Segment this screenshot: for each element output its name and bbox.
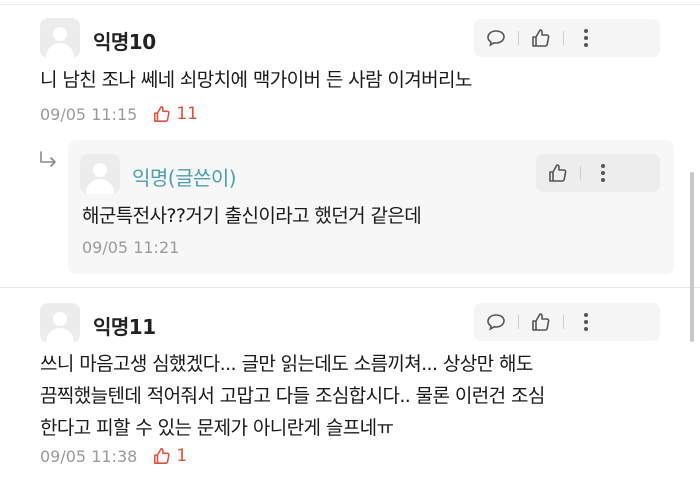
comment-actions xyxy=(474,303,660,341)
reply-button[interactable] xyxy=(474,303,518,341)
speech-bubble-icon xyxy=(487,30,505,47)
comment-meta: 09/05 11:21 xyxy=(82,238,179,257)
comment-text-line: 해군특전사??거기 출신이라고 했던거 같은데 xyxy=(82,205,422,227)
comment-text: 해군특전사??거기 출신이라고 했던거 같은데 xyxy=(82,200,422,232)
scrollbar-thumb[interactable] xyxy=(690,172,694,342)
comment-author: 익명(글쓴이) xyxy=(132,166,237,190)
like-count-value: 11 xyxy=(176,104,198,124)
avatar xyxy=(40,303,80,343)
speech-bubble-icon xyxy=(487,314,505,331)
thumbs-up-icon xyxy=(154,106,170,122)
comment-timestamp: 09/05 11:15 xyxy=(40,104,138,124)
avatar xyxy=(80,154,120,194)
comment-meta: 09/05 11:38 1 xyxy=(40,446,187,466)
thumbs-up-icon xyxy=(532,29,550,47)
comment-text-line: 니 남친 조나 쎄네 쇠망치에 맥가이버 든 사람 이겨버리노 xyxy=(40,69,472,91)
like-count: 1 xyxy=(153,446,187,466)
thumbs-up-icon xyxy=(549,164,567,182)
reply-button[interactable] xyxy=(474,19,518,57)
thumbs-up-icon xyxy=(154,448,170,464)
like-count: 11 xyxy=(153,104,198,124)
like-button[interactable] xyxy=(519,303,563,341)
comment-divider xyxy=(0,287,700,288)
like-button[interactable] xyxy=(519,19,563,57)
comment-actions xyxy=(474,19,660,57)
comment-actions xyxy=(536,154,660,192)
vertical-ellipsis-icon xyxy=(601,164,605,182)
vertical-ellipsis-icon xyxy=(584,313,588,331)
comment-meta: 09/05 11:15 11 xyxy=(40,104,198,124)
comment-text: 쓰니 마음고생 심했겠다... 글만 읽는데도 소름끼쳐... 상상만 해도 끔… xyxy=(40,348,545,444)
reply-arrow-icon xyxy=(40,151,56,167)
more-button[interactable] xyxy=(564,19,608,57)
avatar xyxy=(40,18,80,58)
more-button[interactable] xyxy=(564,303,608,341)
like-button[interactable] xyxy=(536,154,580,192)
comment-timestamp: 09/05 11:38 xyxy=(40,446,138,466)
comment-text-line: 끔찍했늘텐데 적어줘서 고맙고 다들 조심합시다.. 물론 이런건 조심 xyxy=(40,385,545,407)
top-divider xyxy=(0,4,700,5)
vertical-ellipsis-icon xyxy=(584,29,588,47)
comment-text-line: 쓰니 마음고생 심했겠다... 글만 읽는데도 소름끼쳐... 상상만 해도 xyxy=(40,353,533,375)
reply-item: 익명(글쓴이) 해군특전사??거기 출신이라고 했던거 같은데 09/05 11… xyxy=(68,140,674,274)
comment-author: 익명11 xyxy=(93,315,156,339)
comment-text: 니 남친 조나 쎄네 쇠망치에 맥가이버 든 사람 이겨버리노 xyxy=(40,64,472,96)
more-button[interactable] xyxy=(581,154,625,192)
like-count-value: 1 xyxy=(176,446,188,466)
comment-text-line: 한다고 피할 수 있는 문제가 아니란게 슬프네ㅠ xyxy=(40,417,394,439)
thumbs-up-icon xyxy=(532,313,550,331)
comment-timestamp: 09/05 11:21 xyxy=(82,238,180,257)
comment-author: 익명10 xyxy=(93,30,156,54)
